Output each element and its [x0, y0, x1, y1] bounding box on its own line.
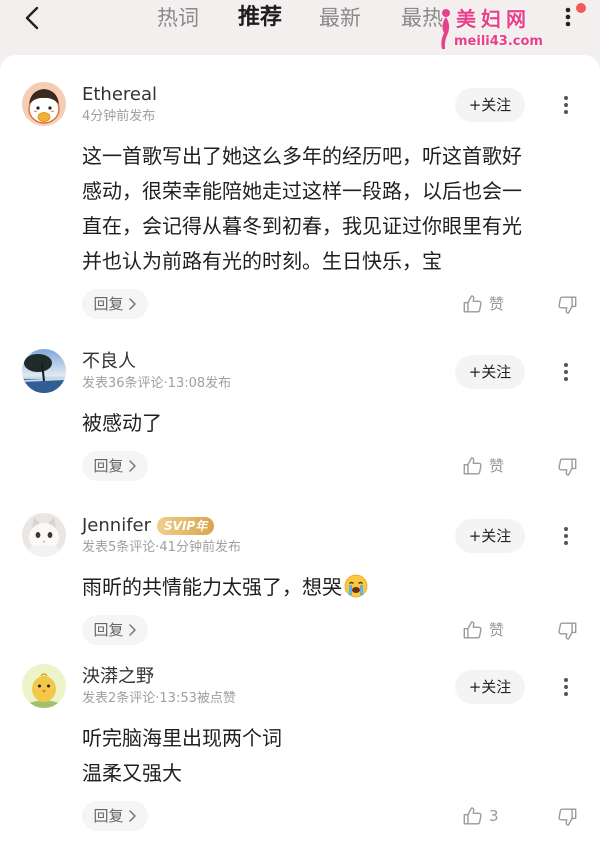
thumbs-up-icon[interactable] — [462, 805, 484, 827]
comment-text-line: 直在，会记得从暮冬到初春，我见证过你眼里有光 — [82, 214, 522, 238]
username[interactable]: 不良人 — [82, 350, 136, 374]
notification-dot — [576, 3, 586, 13]
comment-text-line: 被感动了 — [82, 411, 162, 435]
username[interactable]: Ethereal — [82, 83, 157, 107]
chevron-left-icon — [25, 6, 39, 30]
comment-more-button[interactable] — [556, 672, 576, 702]
watermark-figure-icon — [441, 9, 450, 49]
tab-latest[interactable]: 最新 — [319, 3, 361, 33]
tab-hot-words[interactable]: 热词 — [157, 3, 199, 33]
follow-button[interactable]: +关注 — [455, 88, 525, 122]
like-label[interactable]: 赞 — [489, 289, 504, 319]
chevron-right-icon — [128, 298, 136, 310]
comment-more-button[interactable] — [556, 521, 576, 551]
comment-meta: 发表2条评论·13:53被点赞 — [82, 691, 236, 706]
lakeside-tree-avatar — [22, 349, 66, 393]
thumbs-down-icon[interactable] — [556, 294, 578, 316]
comment-text-line: 雨昕的共情能力太强了，想哭 — [0, 570, 600, 605]
reply-button[interactable]: 回复 — [82, 615, 148, 645]
tab-recommended[interactable]: 推荐 — [238, 3, 282, 33]
avatar[interactable] — [22, 513, 66, 557]
chevron-right-icon — [128, 810, 136, 822]
comment-list: Ethereal 4分钟前发布 +关注 这一首歌写出了她这么多年的经历吧，听这首… — [0, 55, 600, 842]
comment-meta: 4分钟前发布 — [82, 109, 156, 124]
username[interactable]: Jennifer — [82, 514, 151, 538]
follow-button[interactable]: +关注 — [455, 670, 525, 704]
vip-badge[interactable]: SVIP年 — [157, 517, 215, 535]
comment-more-button[interactable] — [556, 357, 576, 387]
white-cat-avatar — [22, 513, 66, 557]
thumbs-up-icon[interactable] — [462, 619, 484, 641]
comment-actions: 回复 赞 — [0, 451, 600, 481]
like-label[interactable]: 赞 — [489, 615, 504, 645]
reply-label: 回复 — [93, 457, 124, 475]
comment-text-line: 并也认为前路有光的时刻。生日快乐，宝 — [82, 249, 442, 273]
avatar[interactable] — [22, 349, 66, 393]
thumbs-down-icon[interactable] — [556, 806, 578, 828]
more-vertical-icon — [564, 363, 568, 381]
comment-content: 被感动了 回复 赞 — [0, 406, 600, 481]
username[interactable]: 泱漭之野 — [82, 665, 154, 689]
comment-text-line: 感动，很荣幸能陪她走过这样一段路，以后也会一 — [82, 179, 522, 203]
reply-label: 回复 — [93, 807, 124, 825]
watermark-name: 美妇网 — [456, 7, 531, 31]
reply-label: 回复 — [93, 295, 124, 313]
comment-content: 雨昕的共情能力太强了，想哭 回复 赞 — [0, 570, 600, 645]
comment-text: 雨昕的共情能力太强了，想哭 — [82, 575, 342, 599]
cartoon-girl-avatar — [22, 82, 66, 126]
top-more-button[interactable] — [558, 2, 578, 32]
name-row: Jennifer SVIP年 — [82, 514, 215, 538]
name-row: 不良人 — [82, 350, 136, 374]
comment-actions: 回复 赞 — [0, 289, 600, 319]
comment-content: 听完脑海里出现两个词 温柔又强大 回复 3 — [0, 721, 600, 831]
comment-actions: 回复 赞 — [0, 615, 600, 645]
reply-button[interactable]: 回复 — [82, 289, 148, 319]
comment-text-line: 这一首歌写出了她这么多年的经历吧，听这首歌好 — [82, 144, 522, 168]
thumbs-up-icon[interactable] — [462, 293, 484, 315]
name-row: 泱漭之野 — [82, 665, 154, 689]
chevron-right-icon — [128, 460, 136, 472]
comment-text-line: 听完脑海里出现两个词 — [82, 726, 282, 750]
avatar[interactable] — [22, 664, 66, 708]
watermark: 美妇网 meili43.com — [436, 3, 551, 51]
thumbs-down-icon[interactable] — [556, 620, 578, 642]
comment-meta: 发表5条评论·41分钟前发布 — [82, 540, 241, 555]
comment-meta: 发表36条评论·13:08发布 — [82, 376, 232, 391]
more-vertical-icon — [564, 527, 568, 545]
follow-button[interactable]: +关注 — [455, 519, 525, 553]
reply-label: 回复 — [93, 621, 124, 639]
thumbs-up-icon[interactable] — [462, 455, 484, 477]
like-count[interactable]: 3 — [489, 801, 499, 831]
name-row: Ethereal — [82, 83, 157, 107]
chevron-right-icon — [128, 624, 136, 636]
more-vertical-icon — [565, 7, 571, 27]
reply-button[interactable]: 回复 — [82, 451, 148, 481]
yellow-chick-avatar — [22, 664, 66, 708]
comment-text-line: 温柔又强大 — [82, 761, 182, 785]
reply-button[interactable]: 回复 — [82, 801, 148, 831]
watermark-site: meili43.com — [454, 34, 543, 49]
follow-button[interactable]: +关注 — [455, 355, 525, 389]
avatar[interactable] — [22, 82, 66, 126]
thumbs-down-icon[interactable] — [556, 456, 578, 478]
more-vertical-icon — [564, 678, 568, 696]
top-bar: 热词 推荐 最新 最热 美妇网 meili43.com — [0, 0, 600, 56]
back-button[interactable] — [18, 3, 46, 33]
comment-content: 这一首歌写出了她这么多年的经历吧，听这首歌好 感动，很荣幸能陪她走过这样一段路，… — [0, 139, 600, 319]
comment-more-button[interactable] — [556, 90, 576, 120]
more-vertical-icon — [564, 96, 568, 114]
like-label[interactable]: 赞 — [489, 451, 504, 481]
loudly-crying-face-emoji — [344, 574, 368, 598]
comment-actions: 回复 3 — [0, 801, 600, 831]
